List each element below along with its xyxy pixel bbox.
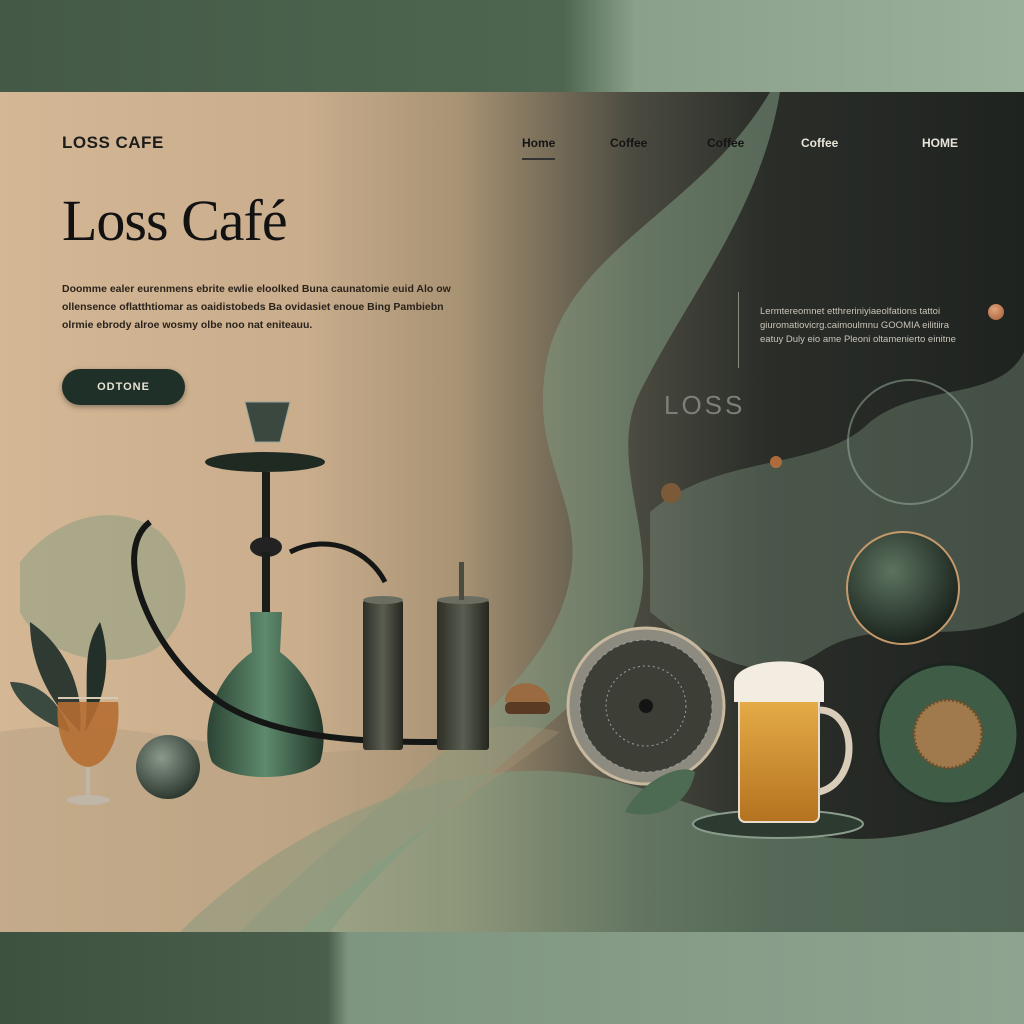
hero-section: LOSS CAFE Home Coffee Coffee Coffee HOME… xyxy=(0,92,1024,932)
decorative-plate xyxy=(566,626,726,786)
watermark-text: LOSS xyxy=(664,390,746,420)
orange-dot xyxy=(988,304,1004,320)
shaker-right xyxy=(437,562,489,750)
nav-coffee-2[interactable]: Coffee xyxy=(707,136,744,150)
side-text: Lermtereomnet etthreriniyiaeolfations ta… xyxy=(760,306,956,345)
bronze-dot xyxy=(661,483,681,503)
page-title: Loss Café xyxy=(62,188,288,253)
intro-text: Doomme ealer eurenmens ebrite ewlie eloo… xyxy=(62,283,451,331)
beer-mug xyxy=(734,661,853,823)
nav-coffee-1[interactable]: Coffee xyxy=(610,136,647,150)
brand-logo[interactable]: LOSS CAFE xyxy=(62,133,164,153)
top-frame xyxy=(0,0,1024,92)
cta-button[interactable]: ODTONE xyxy=(62,369,185,405)
side-divider xyxy=(738,292,739,368)
nav-coffee-3[interactable]: Coffee xyxy=(801,136,838,150)
cookie-plate xyxy=(876,662,1020,806)
shaker-left xyxy=(363,596,403,750)
nav-home-2[interactable]: HOME xyxy=(922,136,958,150)
bottom-frame xyxy=(0,932,1024,1024)
nav-home[interactable]: Home xyxy=(522,136,556,160)
sage-sphere xyxy=(136,735,200,799)
amber-dot xyxy=(770,456,782,468)
dark-sphere xyxy=(846,531,960,645)
